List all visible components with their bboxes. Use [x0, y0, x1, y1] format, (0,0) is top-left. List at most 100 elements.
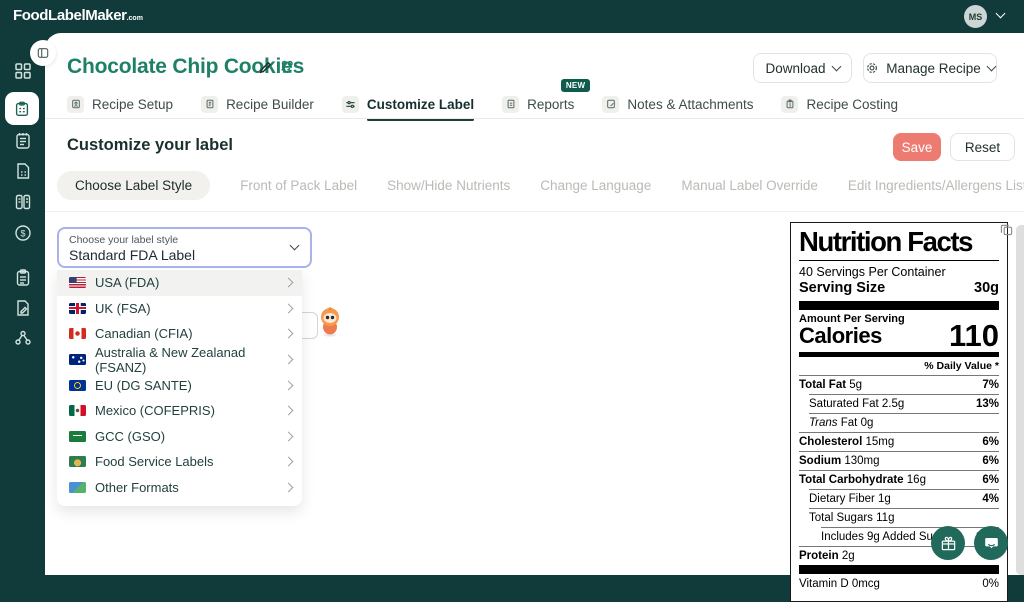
main-content: Chocolate Chip Cookies Download Manage R… — [45, 33, 1024, 602]
rewards-button[interactable] — [931, 526, 965, 560]
clipboard-recipe-icon — [15, 101, 29, 116]
manage-chevron-down-icon — [986, 61, 997, 72]
chat-button[interactable] — [974, 526, 1008, 560]
calories-value: 110 — [948, 317, 999, 353]
divider-bar — [799, 300, 999, 310]
tab-notes-attachments[interactable]: Notes & Attachments — [602, 89, 753, 119]
subtab-front-of-pack[interactable]: Front of Pack Label — [240, 178, 357, 193]
dashboard-grid-icon[interactable] — [13, 61, 33, 81]
download-label: Download — [765, 60, 826, 76]
subtab-choose-label-style[interactable]: Choose Label Style — [57, 170, 211, 200]
label-style-option-uk-fsa[interactable]: UK (FSA) — [57, 296, 302, 322]
chevron-right-icon — [283, 457, 294, 467]
option-label: Food Service Labels — [95, 454, 214, 470]
dollar-icon[interactable]: $ — [13, 223, 33, 243]
sidebar-nav: $ — [0, 33, 45, 575]
subtab-edit-ingredients[interactable]: Edit Ingredients/Allergens List — [848, 178, 1024, 193]
tab-recipe-setup[interactable]: Recipe Setup — [67, 89, 173, 119]
sidebar-collapse-icon — [37, 48, 49, 58]
label-style-option-mexico-cofepris[interactable]: Mexico (COFEPRIS) — [57, 398, 302, 424]
label-style-option-usa-fda[interactable]: USA (FDA) — [57, 270, 302, 296]
tab-label: Reports — [527, 96, 575, 112]
aus-flag-icon — [69, 354, 86, 366]
avatar[interactable]: MS — [964, 5, 987, 28]
reset-label: Reset — [964, 139, 1001, 155]
save-button[interactable]: Save — [893, 133, 941, 161]
subtab-manual-override[interactable]: Manual Label Override — [681, 178, 818, 193]
label-style-option-food-service-labels[interactable]: Food Service Labels — [57, 449, 302, 475]
edit-title-pencil-icon[interactable] — [258, 60, 273, 75]
share-users-icon[interactable] — [278, 58, 296, 76]
subtab-change-language[interactable]: Change Language — [540, 178, 651, 193]
integrations-nodes-icon[interactable] — [13, 329, 33, 349]
new-badge: NEW — [560, 79, 591, 92]
option-label: Canadian (CFIA) — [95, 326, 193, 342]
reports-icon — [502, 95, 520, 113]
tab-reports[interactable]: Reports NEW — [502, 79, 591, 119]
label-style-option-eu-dg-sante[interactable]: EU (DG SANTE) — [57, 372, 302, 398]
chevron-right-icon — [283, 380, 294, 391]
nutrition-row: Cholesterol 15mg 6% — [799, 432, 999, 451]
nutrition-row: Total Sugars 11g — [809, 508, 999, 527]
tab-recipe-builder[interactable]: Recipe Builder — [201, 89, 314, 119]
chevron-right-icon — [283, 354, 294, 365]
brand-logo[interactable]: FoodLabelMaker.com — [13, 7, 143, 24]
document-edit-icon[interactable] — [13, 298, 33, 318]
divider-bar — [799, 565, 999, 575]
option-label: UK (FSA) — [95, 300, 151, 316]
option-label: Australia & New Zealanad (FSANZ) — [95, 344, 246, 375]
account-chevron-down-icon[interactable] — [995, 8, 1006, 19]
sidebar-item-recipes-active[interactable] — [5, 92, 39, 125]
nutrition-row: Protein 2g — [799, 546, 999, 565]
uk-flag-icon — [69, 302, 86, 314]
label-style-option-australia-nz-fsanz[interactable]: Australia & New Zealanad (FSANZ) — [57, 344, 302, 375]
subtab-show-hide-nutrients[interactable]: Show/Hide Nutrients — [387, 178, 510, 193]
label-style-select-caption: Choose your label style — [69, 234, 179, 246]
svg-text:$: $ — [20, 229, 25, 239]
customize-subtabs: Choose Label Style Front of Pack Label S… — [57, 170, 1024, 200]
nutrition-row: Total Fat 5g 7% — [799, 375, 999, 394]
chevron-right-icon — [283, 405, 294, 416]
label-style-option-other-formats[interactable]: Other Formats — [57, 475, 302, 501]
label-style-menu: USA (FDA) UK (FSA) Canadian (CFIA) Australi… — [57, 269, 302, 507]
tab-label: Recipe Setup — [92, 96, 174, 112]
document-icon[interactable] — [13, 161, 33, 181]
section-heading: Customize your label — [67, 136, 233, 154]
option-label: GCC (GSO) — [95, 428, 166, 444]
recipe-setup-icon — [67, 95, 84, 113]
tab-customize-label[interactable]: Customize Label — [341, 89, 475, 121]
nutrition-footer-rows: Vitamin D 0mcg 0% — [799, 574, 999, 593]
top-bar: FoodLabelMaker.com MS — [0, 0, 1024, 33]
tab-label: Customize Label — [366, 96, 475, 121]
label-style-option-gcc-gso[interactable]: GCC (GSO) — [57, 424, 302, 450]
label-style-select[interactable]: Choose your label style Standard FDA Lab… — [57, 227, 312, 268]
chat-icon — [984, 537, 998, 548]
calories-row: Calories 110 — [799, 317, 999, 353]
clipboard-list-icon[interactable] — [13, 268, 33, 288]
assistant-mascot-icon[interactable] — [317, 307, 343, 337]
download-button[interactable]: Download — [753, 53, 852, 83]
library-icon[interactable] — [13, 192, 33, 212]
tabs-divider — [45, 118, 1024, 119]
gcc-flag-icon — [69, 430, 86, 442]
foodservice-flag-icon — [69, 456, 86, 468]
serving-size-row: Serving Size 30g — [799, 280, 999, 301]
servings-per-container: 40 Servings Per Container — [799, 264, 946, 279]
chevron-right-icon — [283, 482, 294, 493]
label-style-option-canadian-cfia[interactable]: Canadian (CFIA) — [57, 321, 302, 347]
recipe-costing-icon: $ — [781, 95, 799, 113]
nutrition-row: Saturated Fat 2.5g 13% — [809, 394, 999, 413]
manage-recipe-button[interactable]: Manage Recipe — [863, 53, 997, 83]
reset-button[interactable]: Reset — [950, 133, 1015, 161]
manage-recipe-label: Manage Recipe — [886, 60, 981, 76]
nutrition-title: Nutrition Facts — [799, 227, 999, 261]
chevron-right-icon — [283, 277, 294, 288]
sidebar-collapse-button[interactable] — [30, 40, 56, 66]
tab-label: Notes & Attachments — [627, 96, 754, 112]
tab-label: Recipe Costing — [806, 96, 899, 112]
notepad-icon[interactable] — [13, 131, 33, 151]
copy-label-icon[interactable] — [1000, 223, 1013, 236]
customize-label-icon — [341, 95, 359, 113]
tab-recipe-costing[interactable]: $ Recipe Costing — [781, 89, 898, 119]
nutrition-row: Includes 9g Added Sugars18% — [821, 527, 999, 546]
